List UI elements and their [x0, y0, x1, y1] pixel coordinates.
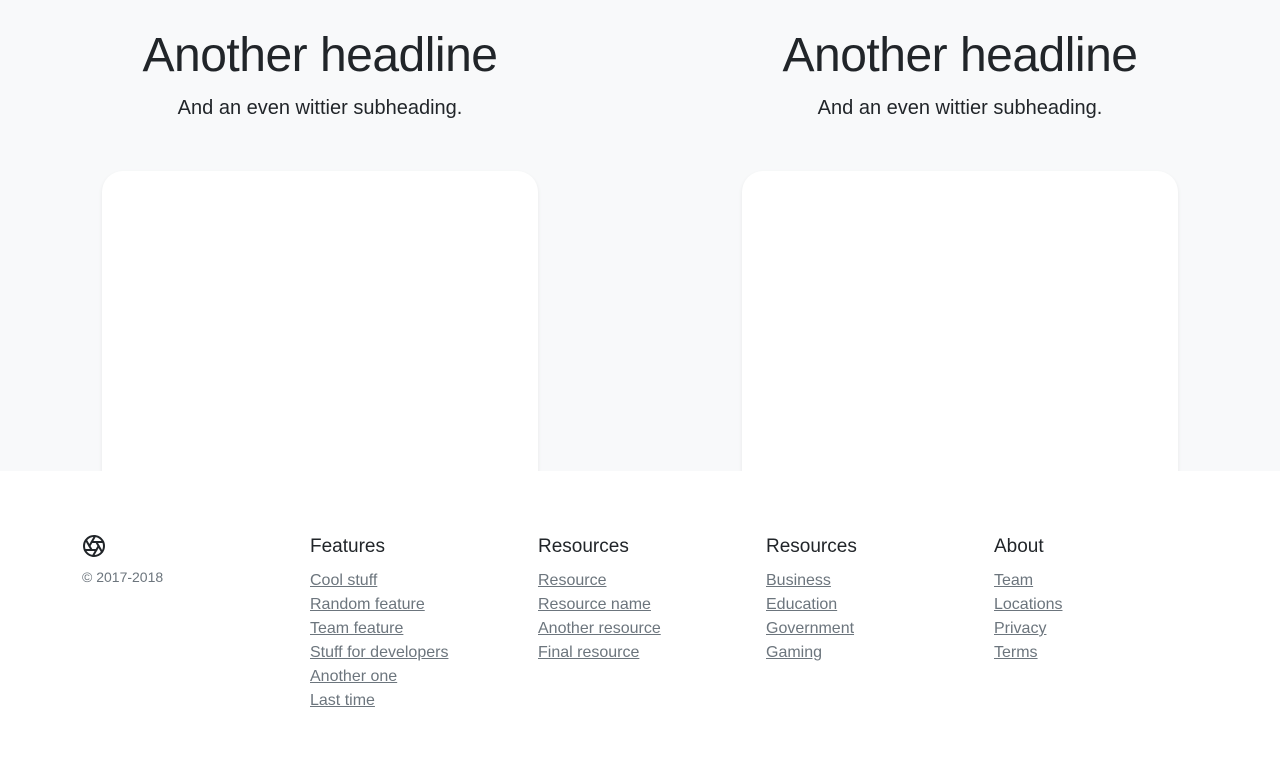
footer-column-resources-2: Resources Business Education Government …	[766, 535, 986, 665]
footer-column-about: About Team Locations Privacy Terms	[994, 535, 1214, 665]
footer-link[interactable]: Team feature	[310, 620, 403, 637]
hero-panel-right: Another headline And an even wittier sub…	[640, 0, 1280, 471]
copyright-text: © 2017-2018	[82, 569, 164, 585]
footer-link[interactable]: Final resource	[538, 644, 639, 661]
footer-link[interactable]: Last time	[310, 692, 375, 709]
footer-link[interactable]: Resource	[538, 572, 606, 589]
footer-link[interactable]: Business	[766, 572, 831, 589]
site-footer: © 2017-2018 Features Cool stuff Random f…	[0, 471, 1280, 775]
hero-subheading: And an even wittier subheading.	[817, 97, 1103, 119]
hero-subheading: And an even wittier subheading.	[177, 97, 463, 119]
footer-column-title: Features	[310, 536, 385, 557]
footer-column-features: Features Cool stuff Random feature Team …	[310, 535, 530, 713]
footer-column-title: Resources	[766, 536, 857, 557]
footer-link[interactable]: Privacy	[994, 620, 1046, 637]
footer-link[interactable]: Gaming	[766, 644, 822, 661]
hero-band: Another headline And an even wittier sub…	[0, 0, 1280, 471]
footer-link[interactable]: Random feature	[310, 596, 425, 613]
footer-column-title: Resources	[538, 536, 629, 557]
aperture-icon[interactable]	[82, 534, 106, 558]
footer-column-title: About	[994, 536, 1044, 557]
footer-link[interactable]: Government	[766, 620, 854, 637]
footer-link[interactable]: Terms	[994, 644, 1038, 661]
hero-panel-left: Another headline And an even wittier sub…	[0, 0, 640, 471]
footer-link[interactable]: Team	[994, 572, 1033, 589]
footer-link[interactable]: Another resource	[538, 620, 661, 637]
footer-link[interactable]: Another one	[310, 668, 397, 685]
hero-headline: Another headline	[782, 29, 1138, 82]
footer-link[interactable]: Cool stuff	[310, 572, 377, 589]
footer-link[interactable]: Resource name	[538, 596, 651, 613]
hero-headline: Another headline	[142, 29, 498, 82]
hero-card	[102, 171, 538, 471]
hero-card	[742, 171, 1178, 471]
footer-column-resources: Resources Resource Resource name Another…	[538, 535, 758, 665]
footer-link[interactable]: Education	[766, 596, 837, 613]
footer-link[interactable]: Locations	[994, 596, 1063, 613]
footer-link[interactable]: Stuff for developers	[310, 644, 448, 661]
